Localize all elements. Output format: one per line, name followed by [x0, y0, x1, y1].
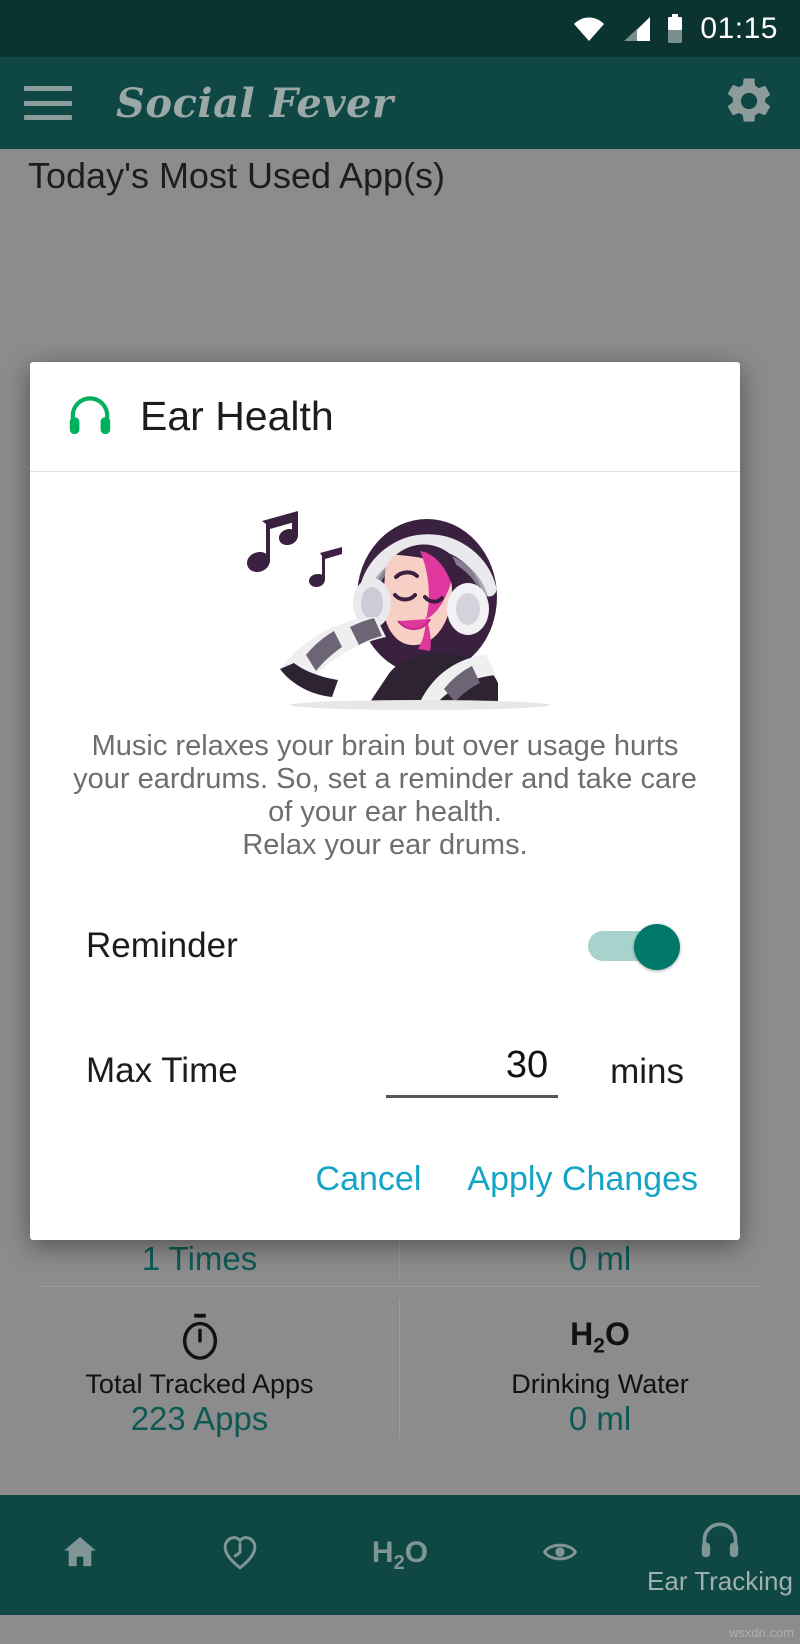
max-time-row: Max Time mins — [60, 1038, 710, 1104]
music-note-small — [309, 547, 342, 587]
apply-changes-button[interactable]: Apply Changes — [453, 1150, 712, 1209]
max-time-label: Max Time — [86, 1051, 238, 1091]
reminder-toggle[interactable] — [588, 924, 684, 968]
ear-health-dialog: Ear Health — [30, 362, 740, 1240]
reminder-label: Reminder — [86, 926, 238, 966]
max-time-field-group: mins — [386, 1044, 684, 1098]
cancel-button[interactable]: Cancel — [302, 1150, 436, 1209]
max-time-unit: mins — [610, 1052, 684, 1098]
max-time-input[interactable] — [386, 1044, 558, 1098]
phone-screen: 01:15 Social Fever Today's Most Used App… — [0, 0, 800, 1644]
reminder-row: Reminder — [60, 914, 710, 978]
description-line-2: Relax your ear drums. — [70, 829, 700, 862]
description-line-1: Music relaxes your brain but over usage … — [73, 730, 697, 828]
dialog-title: Ear Health — [140, 396, 334, 437]
dialog-actions: Cancel Apply Changes — [30, 1144, 740, 1240]
ear-health-illustration — [60, 494, 710, 714]
dialog-body: Music relaxes your brain but over usage … — [30, 472, 740, 1144]
music-note-large — [247, 511, 298, 572]
headphones-icon — [66, 392, 114, 441]
dialog-description: Music relaxes your brain but over usage … — [60, 714, 710, 862]
dialog-header: Ear Health — [30, 362, 740, 472]
toggle-thumb — [634, 924, 680, 970]
headphone-earcup-right — [447, 583, 489, 635]
